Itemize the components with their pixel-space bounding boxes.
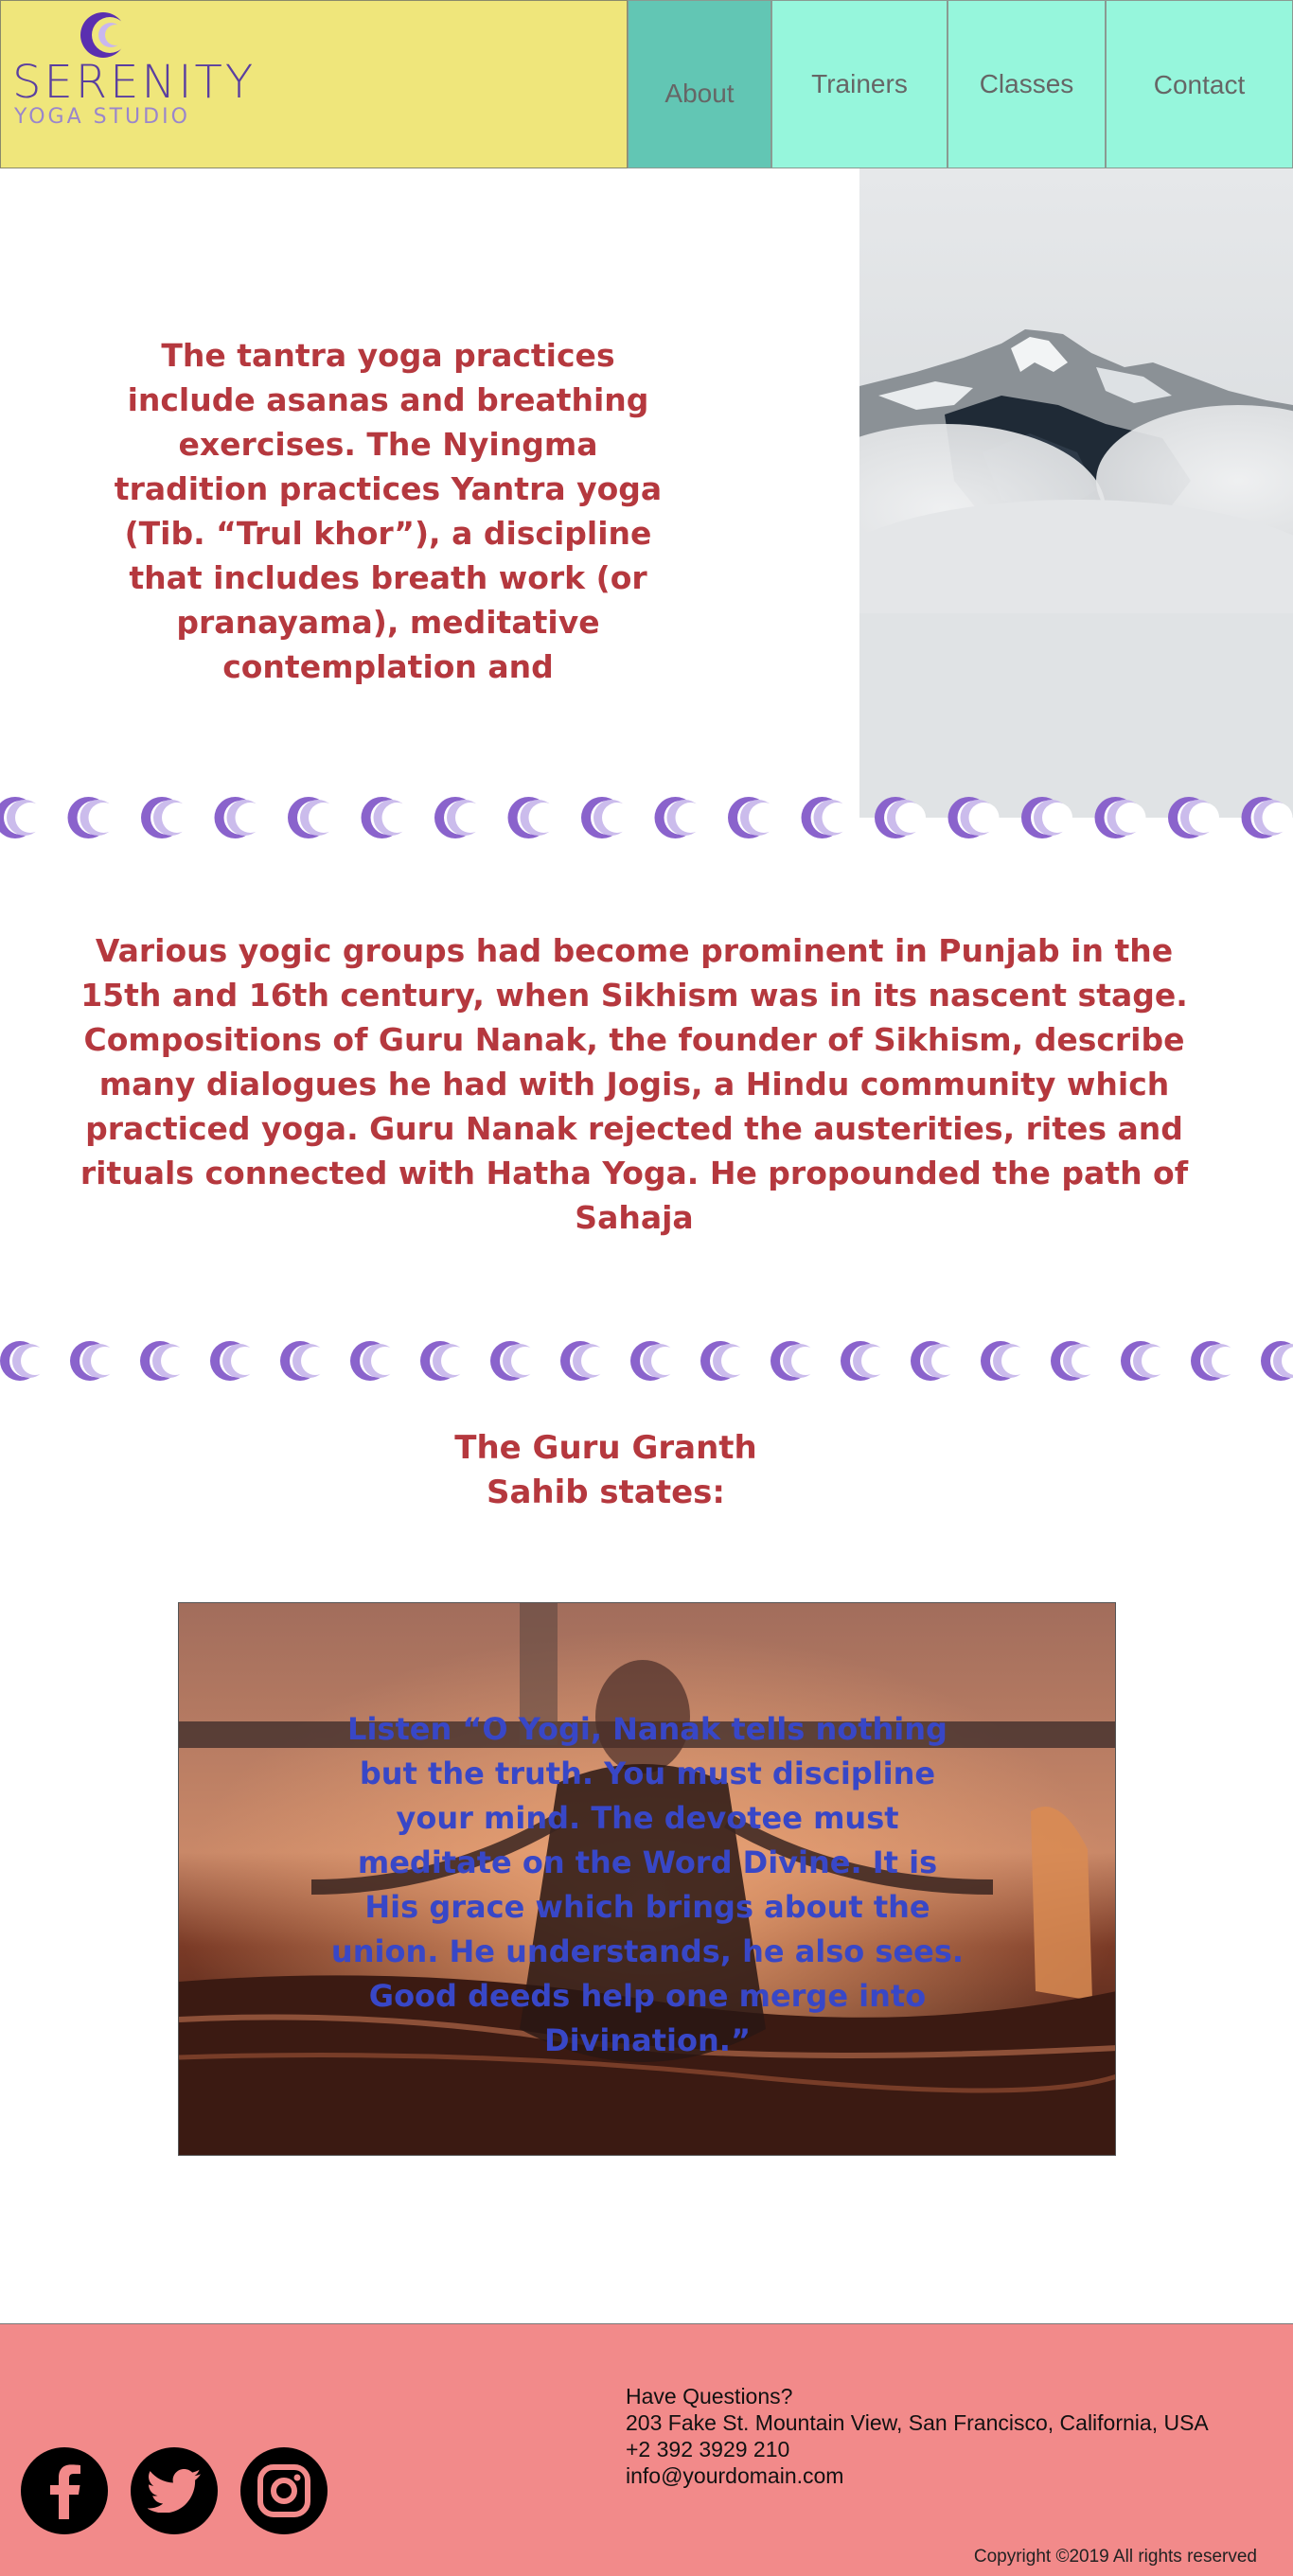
- nav-item-about[interactable]: About: [628, 0, 771, 168]
- crescent-moon-icon: [214, 797, 266, 838]
- contact-address: 203 Fake St. Mountain View, San Francisc…: [626, 2410, 1209, 2435]
- contact-email[interactable]: info@yourdomain.com: [626, 2462, 1209, 2489]
- nav-item-label: Classes: [979, 69, 1074, 98]
- crescent-moon-icon: [948, 797, 1000, 838]
- crescent-moon-icon: [434, 797, 486, 838]
- nav-item-label: About: [664, 79, 735, 108]
- crescent-moon-icon: [210, 1341, 259, 1381]
- site-header: SERENITY YOGA STUDIO About Trainers Clas…: [0, 0, 1293, 168]
- crescent-moon-icon: [728, 797, 779, 838]
- logo-title: SERENITY: [12, 56, 257, 109]
- crescent-moon-icon: [1121, 1341, 1170, 1381]
- logo-tagline: YOGA STUDIO: [14, 105, 190, 129]
- crescent-moon-icon: [654, 797, 706, 838]
- guru-nanak-quote: Listen “O Yogi, Nanak tells nothing but …: [330, 1711, 965, 2058]
- crescent-moon-icon: [361, 797, 413, 838]
- crescent-moon-icon: [140, 1341, 189, 1381]
- nav-item-contact[interactable]: Contact: [1106, 0, 1293, 168]
- crescent-moon-icon: [490, 1341, 540, 1381]
- facebook-link[interactable]: [21, 2447, 108, 2534]
- mountain-clouds-image: [859, 168, 1293, 818]
- crescent-moon-icon: [1094, 797, 1146, 838]
- crescent-moon-icon: [0, 797, 45, 838]
- crescent-moon-icon: [841, 1341, 890, 1381]
- crescent-moon-icon: [630, 1341, 680, 1381]
- nav-item-label: Contact: [1153, 70, 1246, 99]
- sikhism-yoga-text: Various yogic groups had become prominen…: [80, 932, 1189, 1236]
- contact-info: Have Questions? 203 Fake St. Mountain Vi…: [626, 2383, 1209, 2489]
- section-heading: The Guru Granth Sahib states:: [454, 1429, 757, 1511]
- crescent-moon-icon: [350, 1341, 399, 1381]
- tantra-yoga-text: The tantra yoga practices include asanas…: [114, 337, 663, 685]
- logo[interactable]: SERENITY YOGA STUDIO: [0, 0, 628, 168]
- crescent-moon-icon: [981, 1341, 1030, 1381]
- crescent-moon-icon: [770, 1341, 820, 1381]
- crescent-moon-icon: [875, 797, 926, 838]
- twitter-link[interactable]: [131, 2447, 218, 2534]
- main-nav: About Trainers Classes Contact: [628, 0, 1293, 168]
- moon-logo-icon: [80, 12, 128, 58]
- crescent-moon-icon: [141, 797, 192, 838]
- contact-heading: Have Questions?: [626, 2384, 793, 2408]
- twitter-icon: [148, 2469, 201, 2513]
- crescent-moon-icon: [0, 1341, 49, 1381]
- crescent-moon-icon: [700, 1341, 750, 1381]
- contact-phone[interactable]: +2 392 3929 210: [626, 2436, 1209, 2462]
- crescent-moon-icon: [507, 797, 559, 838]
- crescent-moon-icon: [67, 797, 119, 838]
- site-footer: Have Questions? 203 Fake St. Mountain Vi…: [0, 2323, 1293, 2576]
- moon-divider: [0, 793, 1293, 842]
- crescent-moon-icon: [1051, 1341, 1100, 1381]
- crescent-moon-icon: [420, 1341, 469, 1381]
- crescent-moon-icon: [1191, 1341, 1240, 1381]
- crescent-moon-icon: [581, 797, 632, 838]
- nav-item-classes[interactable]: Classes: [948, 0, 1106, 168]
- crescent-moon-icon: [280, 1341, 329, 1381]
- instagram-icon: [257, 2464, 310, 2517]
- facebook-icon: [50, 2464, 80, 2519]
- instagram-link[interactable]: [240, 2447, 328, 2534]
- quote-card: Listen “O Yogi, Nanak tells nothing but …: [178, 1602, 1116, 2156]
- crescent-moon-icon: [1261, 1341, 1293, 1381]
- crescent-moons-icon: [0, 1341, 1293, 1381]
- crescent-moon-icon: [560, 1341, 610, 1381]
- crescent-moon-icon: [70, 1341, 119, 1381]
- moon-divider: [0, 1336, 1293, 1385]
- copyright: Copyright ©2019 All rights reserved: [973, 2547, 1257, 2567]
- crescent-moon-icon: [288, 797, 339, 838]
- nav-item-trainers[interactable]: Trainers: [771, 0, 948, 168]
- crescent-moon-icon: [911, 1341, 960, 1381]
- crescent-moons-icon: [0, 797, 1293, 838]
- crescent-moon-icon: [1021, 797, 1072, 838]
- crescent-moon-icon: [801, 797, 853, 838]
- crescent-moon-icon: [1241, 797, 1293, 838]
- crescent-moon-icon: [1168, 797, 1219, 838]
- nav-item-label: Trainers: [811, 69, 908, 98]
